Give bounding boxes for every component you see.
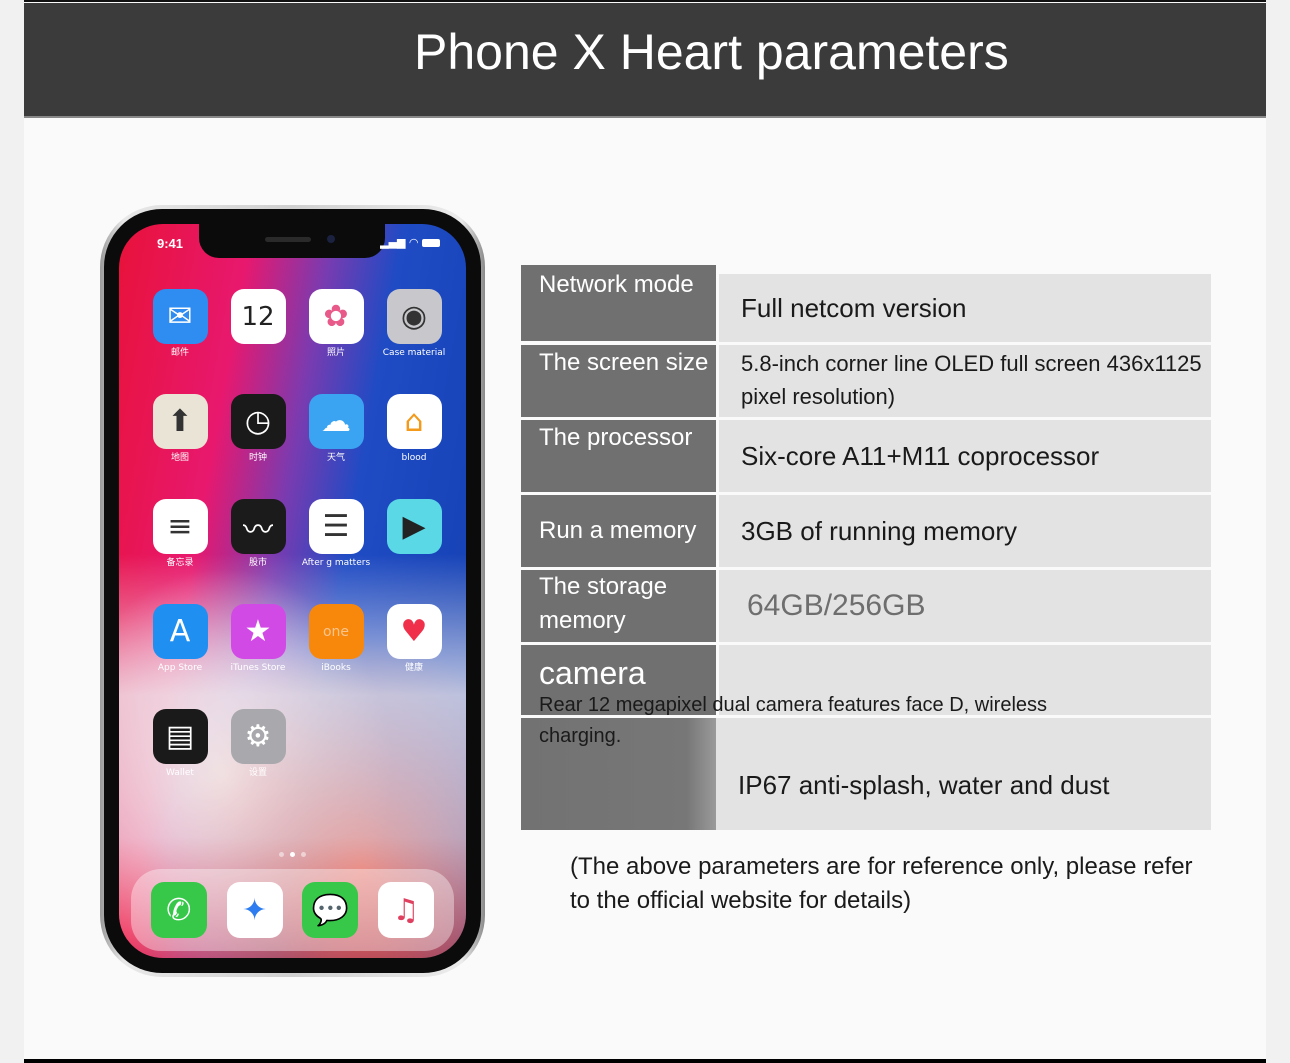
phone-screen: 9:41 ▂▄▆ ◠ ✉ 邮件 12 ✿ 照片 ◉ Case material ⬆ 地图 ◷ 时钟 ☁…	[119, 224, 466, 958]
app-label: 备忘录	[166, 558, 194, 568]
app-label: App Store	[157, 663, 203, 673]
maps-icon: ⬆	[152, 394, 208, 449]
weather-icon: ☁	[308, 394, 364, 449]
signal-icon: ▂▄▆	[380, 236, 406, 249]
reminders-icon: ☰	[308, 499, 364, 554]
app-store-icon: A	[152, 604, 208, 659]
safari-icon[interactable]: ✦	[226, 882, 283, 938]
app-home[interactable]: ⌂ blood	[375, 394, 453, 475]
spec-row-storage-memory: The storage memory 64GB/256GB	[521, 570, 1211, 642]
app-label: 照片	[326, 348, 345, 358]
itunes-store-icon: ★	[230, 604, 286, 659]
spec-row-running-memory: Run a memory 3GB of running memory	[521, 495, 1211, 567]
camera-description: Rear 12 megapixel dual camera features f…	[539, 694, 1048, 747]
spec-value: Six-core A11+M11 coprocessor	[719, 420, 1211, 492]
app-grid: ✉ 邮件 12 ✿ 照片 ◉ Case material ⬆ 地图 ◷ 时钟 ☁ 天气 ⌂ blood ≡ 备忘…	[141, 289, 451, 790]
page-dot	[279, 852, 284, 857]
app-label: 股市	[248, 558, 267, 568]
clock-icon: ◷	[230, 394, 286, 449]
app-ibooks[interactable]: one iBooks	[297, 604, 375, 685]
top-divider	[24, 0, 1266, 2]
page-dot	[290, 852, 295, 857]
app-clock[interactable]: ◷ 时钟	[219, 394, 297, 475]
bottom-divider	[24, 1059, 1266, 1063]
notes-icon: ≡	[152, 499, 208, 554]
front-camera	[327, 235, 335, 243]
app-label: 健康	[404, 663, 423, 673]
health-icon: ♥	[386, 604, 442, 659]
app-stocks[interactable]: 〰股市	[219, 499, 297, 580]
app-label: Case material	[382, 348, 446, 358]
app-label: blood	[401, 453, 427, 463]
app-label: iTunes Store	[230, 663, 286, 673]
speaker-grille	[265, 237, 311, 242]
ibooks-icon: one	[308, 604, 364, 659]
mail-icon: ✉	[152, 289, 208, 344]
dock: ✆ ✦ 💬 ♫	[131, 869, 454, 951]
spec-table: Network mode Full netcom version The scr…	[521, 265, 1211, 830]
app-label: 天气	[326, 453, 345, 463]
spec-label: Network mode	[521, 265, 716, 341]
spec-label: The processor	[521, 420, 716, 492]
app-label: iBooks	[321, 663, 351, 673]
app-label: 地图	[170, 453, 189, 463]
page-dot	[301, 852, 306, 857]
app-maps[interactable]: ⬆ 地图	[141, 394, 219, 475]
spec-label: Run a memory	[521, 495, 716, 567]
app-wallet[interactable]: ▤ Wallet	[141, 709, 219, 790]
status-icons: ▂▄▆ ◠	[380, 236, 440, 249]
app-camera[interactable]: ◉ Case material	[375, 289, 453, 370]
app-label: 设置	[248, 768, 267, 778]
messages-icon[interactable]: 💬	[302, 882, 359, 938]
spec-row-processor: The processor Six-core A11+M11 coprocess…	[521, 420, 1211, 492]
music-icon[interactable]: ♫	[378, 882, 435, 938]
spec-label: The screen size	[521, 345, 716, 417]
disclaimer-note: (The above parameters are for reference …	[570, 853, 1193, 914]
page-dots	[119, 852, 466, 857]
app-calendar[interactable]: 12	[219, 289, 297, 370]
spec-value: 5.8-inch corner line OLED full screen 43…	[719, 345, 1211, 417]
app-notes[interactable]: ≡ 备忘录	[141, 499, 219, 580]
wallet-icon: ▤	[152, 709, 208, 764]
home-icon: ⌂	[386, 394, 442, 449]
app-photos[interactable]: ✿ 照片	[297, 289, 375, 370]
spec-row-screen-size: The screen size 5.8-inch corner line OLE…	[521, 345, 1211, 417]
header-banner: Phone X Heart parameters	[24, 3, 1266, 118]
spec-row-network-mode: Network mode Full netcom version	[521, 265, 1211, 342]
settings-icon: ⚙	[230, 709, 286, 764]
app-label: After g matters	[301, 558, 371, 568]
app-itunes-store[interactable]: ★ iTunes Store	[219, 604, 297, 685]
app-label: Wallet	[166, 768, 194, 778]
wifi-icon: ◠	[409, 236, 418, 249]
app-reminders[interactable]: ☰ After g matters	[297, 499, 375, 580]
page-title: Phone X Heart parameters	[414, 24, 1009, 80]
stocks-icon: 〰	[230, 499, 286, 554]
phone-bezel: 9:41 ▂▄▆ ◠ ✉ 邮件 12 ✿ 照片 ◉ Case material ⬆ 地图 ◷ 时钟 ☁…	[104, 209, 481, 973]
camera-icon: ◉	[386, 289, 442, 344]
app-weather[interactable]: ☁ 天气	[297, 394, 375, 475]
app-app-store[interactable]: A App Store	[141, 604, 219, 685]
phone-icon[interactable]: ✆	[150, 882, 207, 938]
app-mail[interactable]: ✉ 邮件	[141, 289, 219, 370]
app-label: 时钟	[248, 453, 267, 463]
calendar-icon: 12	[230, 289, 286, 344]
phone-notch	[199, 224, 385, 258]
app-settings[interactable]: ⚙ 设置	[219, 709, 297, 790]
spec-label: The storage memory	[521, 570, 716, 642]
spec-value: 64GB/256GB	[719, 570, 1211, 642]
app-label: 邮件	[170, 348, 189, 358]
spec-value: 3GB of running memory	[719, 495, 1211, 567]
battery-icon	[422, 238, 440, 247]
status-time: 9:41	[157, 236, 184, 251]
spec-value: Full netcom version	[719, 274, 1211, 342]
photos-icon: ✿	[308, 289, 364, 344]
app-health[interactable]: ♥ 健康	[375, 604, 453, 685]
app-videos[interactable]: ▶	[375, 499, 453, 580]
videos-icon: ▶	[386, 499, 442, 554]
phone-image: 9:41 ▂▄▆ ◠ ✉ 邮件 12 ✿ 照片 ◉ Case material ⬆ 地图 ◷ 时钟 ☁…	[100, 205, 485, 977]
